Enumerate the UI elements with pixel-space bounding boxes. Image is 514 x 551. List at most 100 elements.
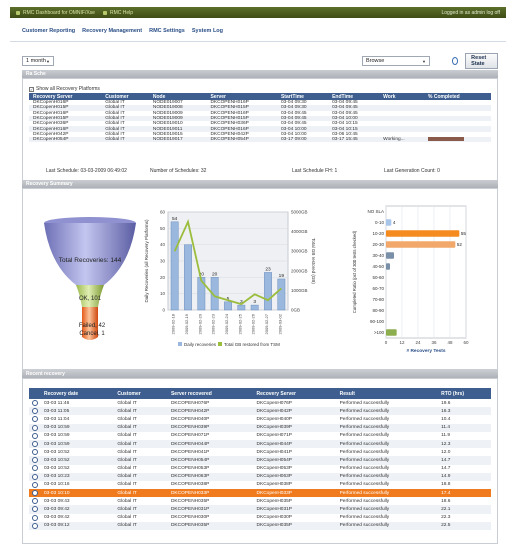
- recent-row[interactable]: 03-03 10:52 Global IT DKCOPENH054P DKCopenH…: [29, 456, 491, 465]
- daily-recoveries-bar[interactable]: [277, 278, 286, 311]
- reset-state-button[interactable]: Reset State: [465, 53, 498, 69]
- recent-row[interactable]: 03-03 10:10 Global IT DKCOPENH033P DKCopenH…: [29, 489, 491, 498]
- daily-recoveries-bar[interactable]: [170, 221, 179, 311]
- completion-bar[interactable]: [386, 230, 460, 237]
- refresh-icon: [452, 57, 459, 65]
- recent-col-header[interactable]: Result: [336, 388, 439, 399]
- controls-row: 1 month ▼ Browse ▼ Reset State: [22, 53, 498, 69]
- completion-bar[interactable]: [386, 252, 394, 259]
- y-category-label: 10-20: [372, 231, 384, 236]
- schedules-col-header[interactable]: EndTime: [328, 93, 380, 100]
- daily-recoveries-bar[interactable]: [184, 244, 192, 311]
- recent-col-header[interactable]: Customer: [114, 388, 168, 399]
- recent-row[interactable]: 03-03 10:52 Global IT DKCOPENH041P DKCopenH…: [29, 448, 491, 456]
- recent-row[interactable]: 03-03 09:43 Global IT DKCOPENH035P DKCopenH…: [29, 497, 491, 505]
- recovery-icon[interactable]: [32, 506, 38, 513]
- funnel-segment-total: [44, 223, 136, 285]
- schedules-col-header[interactable]: Recovery Server: [29, 93, 102, 100]
- recent-row[interactable]: 03-03 11:04 Global IT DKCOPENH040P DKCopenH…: [29, 415, 491, 423]
- recovery-icon[interactable]: [32, 465, 38, 472]
- recent-row[interactable]: 03-03 10:59 Global IT DKCOPENH039P DKCopenH…: [29, 423, 491, 432]
- recent-row[interactable]: 03-03 09:42 Global IT DKCOPENH030P DKCopenH…: [29, 514, 491, 522]
- recovery-icon[interactable]: [32, 440, 38, 447]
- recent-row[interactable]: 03-03 11:46 Global IT DKCOPENH076P DKCopenH…: [29, 399, 491, 407]
- schedules-col-header[interactable]: % Completed: [424, 93, 491, 100]
- recovery-icon[interactable]: [32, 514, 38, 521]
- recovery-icon[interactable]: [32, 490, 38, 497]
- recent-cell: Performed successfully: [339, 498, 390, 504]
- recent-row[interactable]: 03-03 10:23 Global IT DKCOPENH063P DKCopenH…: [29, 472, 491, 481]
- daily-recoveries-bar[interactable]: [237, 304, 246, 311]
- recent-cell: Global IT: [114, 423, 168, 432]
- tab-system-log[interactable]: System Log: [192, 28, 223, 34]
- dashboard-link[interactable]: RMC Dashboard for OMNIF/Xse: [16, 10, 95, 16]
- row-icon-cell: [29, 514, 41, 522]
- bar-data-label: 55: [461, 231, 467, 236]
- reset-state-control[interactable]: Reset State: [452, 53, 498, 69]
- recent-col-header[interactable]: RTO (hrs): [438, 388, 491, 399]
- recent-col-header[interactable]: Server recovered: [167, 388, 254, 399]
- recent-row[interactable]: 03-03 10:59 Global IT DKCOPENH044P DKCopenH…: [29, 439, 491, 449]
- recent-cell: Performed successfully: [336, 407, 439, 416]
- recent-cell: DKCOPENH063P: [167, 472, 254, 481]
- daily-recoveries-bar[interactable]: [197, 277, 206, 311]
- show-all-checkbox[interactable]: ✓ Show all Recovery Platforms: [29, 86, 100, 92]
- schedule-cell: 03-17 15:45: [328, 137, 380, 143]
- recent-col-header[interactable]: Recovery Server: [253, 388, 337, 399]
- recent-cell: 03-03 09:42: [41, 505, 115, 514]
- recovery-icon[interactable]: [32, 432, 38, 439]
- recent-row[interactable]: 03-03 10:16 Global IT DKCOPENH038P DKCopenH…: [29, 481, 491, 489]
- recovery-icon[interactable]: [32, 457, 38, 464]
- schedules-col-header[interactable]: Server: [206, 93, 277, 100]
- recent-cell: DKCopenH035P: [253, 521, 337, 530]
- completion-bar[interactable]: [386, 329, 397, 336]
- recovery-icon[interactable]: [32, 498, 38, 505]
- schedules-col-header[interactable]: Customer: [101, 93, 149, 100]
- checkbox-box[interactable]: ✓: [29, 86, 34, 92]
- schedule-cell: DKCOPENH054P: [206, 137, 277, 143]
- recovery-icon[interactable]: [32, 481, 38, 488]
- completion-bar[interactable]: [386, 219, 392, 226]
- x-tick-label: 2009-02-18: [171, 313, 176, 334]
- daily-recoveries-bar[interactable]: [250, 304, 259, 311]
- recent-cell: Global IT: [114, 489, 168, 498]
- completion-bar[interactable]: [386, 241, 456, 248]
- tab-recovery-management[interactable]: Recovery Management: [82, 28, 142, 34]
- x-tick-label: 2009-02-23: [211, 313, 216, 334]
- help-link[interactable]: RMC Help: [102, 10, 133, 16]
- recent-row[interactable]: 03-03 09:42 Global IT DKCOPENH031P DKCopenH…: [29, 505, 491, 514]
- recovery-icon[interactable]: [32, 449, 38, 456]
- recent-row[interactable]: 03-03 10:59 Global IT DKCOPENH071P DKCopenH…: [29, 432, 491, 440]
- recent-row[interactable]: 03-03 10:52 Global IT DKCOPENH053P DKCopenH…: [29, 465, 491, 473]
- view-select[interactable]: Browse ▼: [362, 56, 430, 66]
- period-select[interactable]: 1 month ▼: [22, 56, 54, 66]
- schedules-col-header[interactable]: Node: [148, 93, 207, 100]
- recent-row[interactable]: 03-03 11:05 Global IT DKCOPENH042P DKCopenH…: [29, 407, 491, 416]
- recent-cell: DKCopenH035P: [256, 498, 292, 504]
- recent-row[interactable]: 03-03 09:12 Global IT DKCOPENH035P DKCopenH…: [29, 521, 491, 530]
- daily-recoveries-bar[interactable]: [224, 301, 232, 311]
- y-tick-label: 10: [160, 291, 166, 296]
- daily-recoveries-bar[interactable]: [264, 272, 272, 311]
- schedule-row[interactable]: DKCopenH054P Global IT NODE019017 DKCOPENH0…: [29, 137, 491, 143]
- legend-swatch-daily: [178, 342, 182, 346]
- user-status[interactable]: Logged in as admin log off: [441, 10, 500, 16]
- recent-cell: 19.6: [441, 400, 451, 406]
- recent-cell: 22.3: [441, 515, 451, 521]
- recovery-icon[interactable]: [32, 408, 38, 415]
- recovery-icon[interactable]: [32, 522, 38, 529]
- recovery-icon[interactable]: [32, 416, 38, 423]
- schedules-col-header[interactable]: StartTime: [276, 93, 329, 100]
- recent-col-header[interactable]: Recovery date: [41, 388, 115, 399]
- recovery-icon[interactable]: [32, 399, 38, 406]
- recovery-icon[interactable]: [32, 424, 38, 431]
- tab-customer-reporting[interactable]: Customer Reporting: [22, 28, 75, 34]
- schedules-col-header[interactable]: Work: [379, 93, 425, 100]
- tab-rmc-settings[interactable]: RMC Settings: [149, 28, 185, 34]
- funnel-label-failed: Failed, 42: [79, 323, 106, 329]
- schedule-cell: NODE019017: [148, 137, 207, 143]
- funnel-label-total: Total Recoveries: 144: [59, 257, 122, 264]
- recent-cell: Global IT: [114, 505, 168, 514]
- recovery-icon[interactable]: [32, 473, 38, 480]
- completion-bar[interactable]: [386, 263, 390, 270]
